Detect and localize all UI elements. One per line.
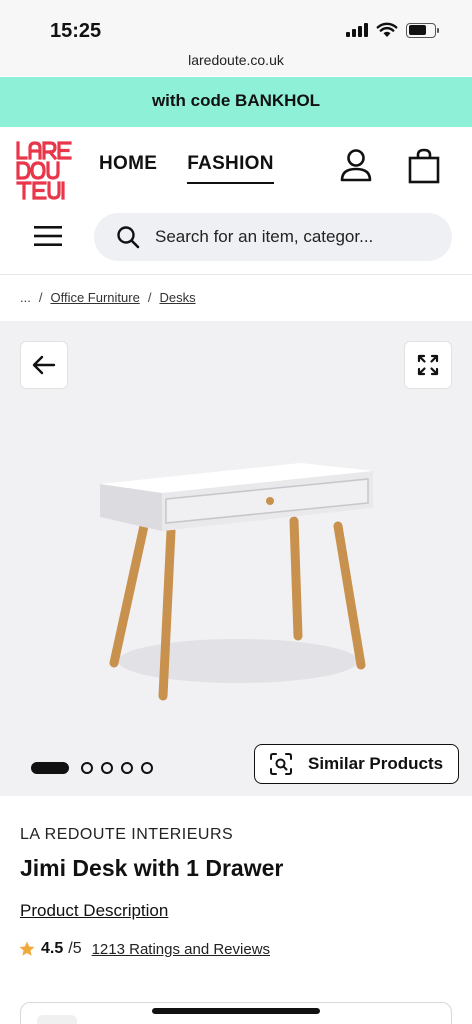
breadcrumb-office-furniture[interactable]: Office Furniture — [50, 290, 139, 305]
back-button[interactable] — [20, 341, 68, 389]
similar-products-label: Similar Products — [308, 754, 444, 773]
gallery-dot-5[interactable] — [141, 762, 153, 774]
gallery-pagination — [31, 762, 153, 774]
breadcrumb-separator: / — [38, 290, 43, 305]
status-icons — [346, 22, 439, 38]
search-icon — [117, 226, 140, 249]
site-header: HOME FASHION Search for an item, categor… — [0, 127, 472, 273]
expand-icon — [417, 354, 439, 376]
la-redoute-logo[interactable] — [16, 141, 76, 201]
gallery-dot-2[interactable] — [81, 762, 93, 774]
rating-max: /5 — [68, 940, 82, 957]
battery-icon — [406, 22, 439, 38]
ratings-reviews-link[interactable]: 1213 Ratings and Reviews — [92, 941, 270, 958]
product-rating: 4.5 /5 1213 Ratings and Reviews — [18, 940, 270, 958]
star-icon — [19, 941, 35, 956]
account-icon[interactable] — [337, 147, 375, 185]
gallery-dot-3[interactable] — [101, 762, 113, 774]
nav-home[interactable]: HOME — [99, 153, 157, 184]
hamburger-menu-icon[interactable] — [34, 225, 62, 247]
gallery-dot-4[interactable] — [121, 762, 133, 774]
product-image-desk[interactable] — [86, 451, 386, 711]
breadcrumb-ellipsis[interactable]: ... — [20, 290, 31, 305]
promo-text: with code BANKHOL — [151, 91, 321, 110]
promo-banner[interactable]: with code BANKHOL — [0, 77, 472, 127]
nav-fashion[interactable]: FASHION — [187, 153, 274, 184]
search-input[interactable]: Search for an item, categor... — [94, 213, 452, 261]
product-description-link[interactable]: Product Description — [20, 901, 168, 921]
main-nav: HOME FASHION — [99, 153, 274, 184]
arrow-left-icon — [32, 355, 56, 375]
product-gallery[interactable]: Similar Products — [0, 321, 472, 796]
rating-value: 4.5 — [41, 940, 64, 957]
browser-url[interactable]: laredoute.co.uk — [0, 48, 472, 76]
battery-level — [408, 25, 426, 35]
shopping-bag-icon[interactable] — [405, 147, 443, 185]
breadcrumb: ... / Office Furniture / Desks — [0, 274, 472, 320]
visual-search-icon — [270, 753, 292, 775]
product-title: Jimi Desk with 1 Drawer — [20, 855, 284, 881]
similar-products-button[interactable]: Similar Products — [254, 744, 459, 784]
gallery-dot-1[interactable] — [31, 762, 69, 774]
bottom-card-thumbnail — [37, 1015, 77, 1024]
status-time: 15:25 — [50, 20, 102, 42]
cellular-signal-icon — [346, 23, 368, 37]
search-placeholder: Search for an item, categor... — [155, 227, 374, 246]
product-brand[interactable]: LA REDOUTE INTERIEURS — [20, 826, 233, 844]
expand-button[interactable] — [404, 341, 452, 389]
home-indicator[interactable] — [152, 1008, 320, 1014]
breadcrumb-separator: / — [147, 290, 152, 305]
status-bar: 15:25 — [0, 0, 472, 48]
breadcrumb-desks[interactable]: Desks — [159, 290, 195, 305]
wifi-icon — [376, 22, 398, 37]
